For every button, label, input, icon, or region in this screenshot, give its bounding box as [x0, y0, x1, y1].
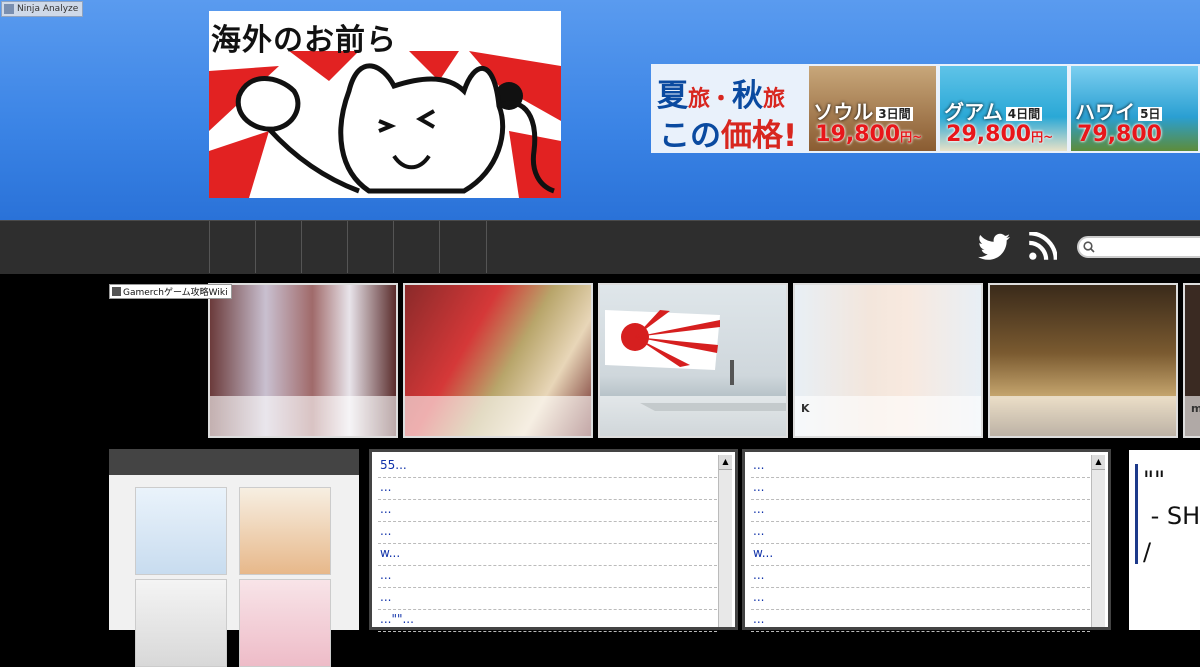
search-input[interactable] [1077, 236, 1200, 258]
gamerch-icon [112, 287, 121, 296]
thumb-article[interactable]: K [793, 283, 983, 438]
destination-name: ソウル [813, 100, 874, 124]
rss-icon[interactable] [1028, 232, 1057, 261]
left-sidebar [109, 449, 359, 667]
scroll-up-icon[interactable]: ▲ [719, 455, 732, 470]
destination-hawaii[interactable]: ハワイ 5日 79,800 [1071, 66, 1198, 151]
destination-name: グアム [944, 100, 1003, 124]
gamerch-wiki-badge[interactable]: Gamerchゲーム攻略Wiki [109, 284, 232, 299]
feed-list: ... ... ... ... w... ... ... ... [751, 456, 1090, 632]
twitter-icon[interactable] [978, 233, 1010, 261]
feed-item[interactable]: ... [751, 456, 1090, 478]
thumb-article[interactable] [598, 283, 788, 438]
destination-name: ハワイ [1075, 100, 1136, 124]
scrollbar[interactable]: ▲ [1091, 455, 1105, 627]
feed-list: 55... ... ... ... w... ... ... ...""... [378, 456, 717, 632]
gamerch-label: Gamerchゲーム攻略Wiki [123, 288, 228, 298]
antenna-feed-right: ... ... ... ... w... ... ... ... ▲ [742, 449, 1111, 632]
thumb-article[interactable] [208, 283, 398, 438]
nav-item[interactable] [347, 221, 394, 273]
destination-price: 29,800 [946, 122, 1032, 147]
article-quote: "" - SH / [1129, 450, 1200, 630]
nav-item[interactable] [255, 221, 302, 273]
ad-cosmetics[interactable] [135, 579, 227, 667]
banner-headline: 夏旅・秋旅 この価格! [651, 64, 808, 153]
feed-item[interactable]: ... [751, 478, 1090, 500]
scroll-up-icon[interactable]: ▲ [1092, 455, 1105, 470]
ninja-analyze-badge[interactable]: Ninja Analyze [1, 1, 84, 17]
logo-text: 海外のお前ら [211, 23, 397, 58]
destination-days: 4日間 [1005, 107, 1043, 121]
banner-summer: 夏 [657, 78, 688, 114]
thumb-article[interactable] [988, 283, 1178, 438]
quote-text: "" - SH / [1143, 466, 1200, 566]
ad-supplement[interactable] [239, 579, 331, 667]
thumb-article[interactable]: m [1183, 283, 1200, 438]
sidebar-header [109, 449, 359, 475]
thumb-caption: K [795, 396, 981, 436]
thumb-caption: m [1185, 396, 1200, 436]
feed-item[interactable]: ... [751, 588, 1090, 610]
feed-item[interactable]: ... [751, 500, 1090, 522]
destination-seoul[interactable]: ソウル 3日間 19,800円~ [809, 66, 937, 151]
feed-item[interactable]: ... [751, 610, 1090, 632]
quote-bar [1135, 464, 1138, 564]
nav-item[interactable] [393, 221, 440, 273]
nav-item[interactable] [209, 221, 256, 273]
destination-guam[interactable]: グアム 4日間 29,800円~ [940, 66, 1068, 151]
travel-ad-banner[interactable]: 夏旅・秋旅 この価格! ソウル 3日間 19,800円~ グアム 4日間 29,80… [651, 64, 1200, 153]
banner-trip2: 旅 [763, 87, 786, 112]
destination-days: 3日間 [876, 107, 913, 121]
nav-item[interactable] [301, 221, 348, 273]
thumb-caption [990, 396, 1176, 436]
banner-trip: 旅・ [688, 87, 733, 112]
feed-item[interactable]: 55... [378, 456, 717, 478]
feed-item[interactable]: ... [751, 566, 1090, 588]
feed-item[interactable]: ... [378, 500, 717, 522]
thumb-caption [210, 396, 396, 436]
banner-price: 価格! [721, 118, 798, 153]
ninja-icon [4, 4, 14, 14]
ninja-label: Ninja Analyze [17, 4, 79, 14]
feed-item[interactable]: ...""... [378, 610, 717, 632]
banner-autumn: 秋 [732, 78, 764, 114]
thumb-caption [600, 396, 786, 436]
feed-item[interactable]: ... [378, 588, 717, 610]
main-nav [0, 220, 1200, 274]
feed-item[interactable]: ... [751, 522, 1090, 544]
thumb-article[interactable] [403, 283, 593, 438]
feed-item[interactable]: w... [378, 544, 717, 566]
destination-days: 5日 [1138, 107, 1163, 121]
search-icon [1083, 241, 1095, 253]
feed-item[interactable]: ... [378, 478, 717, 500]
feed-item[interactable]: ... [378, 522, 717, 544]
destination-price: 19,800 [815, 122, 901, 147]
destination-price: 79,800 [1077, 122, 1162, 147]
destination-unit: 円~ [900, 130, 923, 144]
nav-item[interactable] [439, 221, 487, 273]
scrollbar[interactable]: ▲ [718, 455, 732, 627]
thumb-caption [405, 396, 591, 436]
banner-this: この [659, 118, 721, 153]
ad-egg[interactable] [239, 487, 331, 575]
feed-item[interactable]: w... [751, 544, 1090, 566]
antenna-feed-left: 55... ... ... ... w... ... ... ...""... … [369, 449, 738, 632]
feed-item[interactable]: ... [378, 566, 717, 588]
site-logo[interactable]: 海外のお前ら [209, 11, 561, 198]
destination-unit: 円~ [1031, 130, 1054, 144]
ad-water[interactable] [135, 487, 227, 575]
